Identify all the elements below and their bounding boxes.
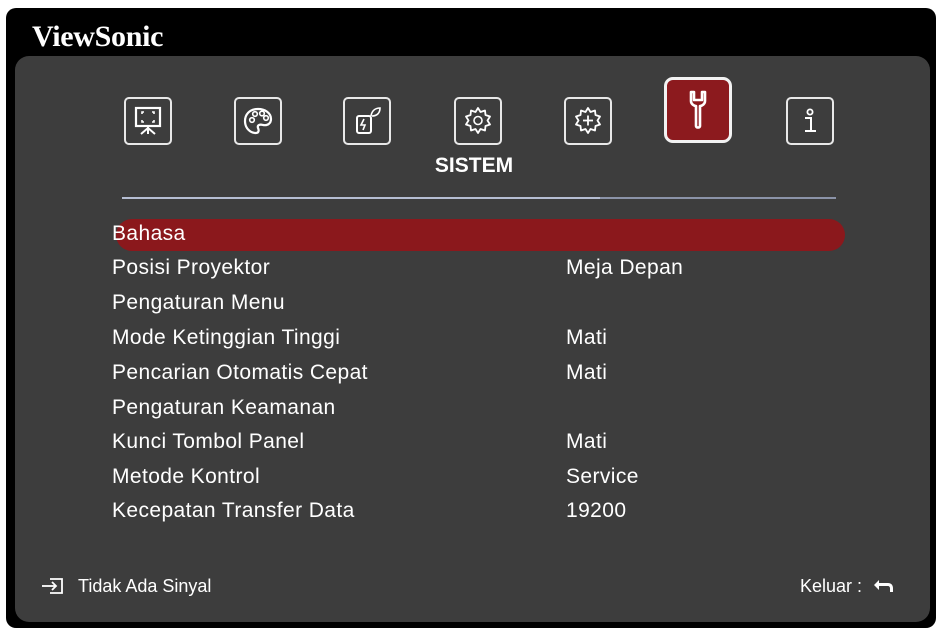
menu-item-label: Pengaturan Keamanan [112,396,336,419]
menu-item-label: Bahasa [112,222,186,245]
advanced-gear-plus-icon [575,107,601,134]
title-divider-right [600,197,836,199]
menu-item-value: Mati [566,430,608,453]
menu-item-pengaturan-menu[interactable]: Pengaturan Menu [112,291,872,321]
menu-item-value: Service [566,465,639,488]
tab-system[interactable] [664,77,732,143]
active-tab-title: SISTEM [434,154,514,177]
menu-item-pencarian-otomatis-cepat[interactable]: Pencarian Otomatis Cepat Mati [112,361,872,391]
exit-label: Keluar : [799,575,862,596]
menu-item-pengaturan-keamanan[interactable]: Pengaturan Keamanan [112,396,872,426]
tab-power[interactable] [343,97,391,145]
menu-item-value: Meja Depan [566,256,684,279]
basic-settings-gear-icon [465,107,491,134]
input-source-icon [42,578,63,594]
input-source-status: Tidak Ada Sinyal [40,572,211,600]
menu-item-value: 19200 [566,499,627,522]
info-icon [805,108,816,132]
power-eco-icon [356,107,381,134]
wrench-system-icon [689,90,707,129]
tab-advanced[interactable] [564,97,612,145]
tab-basic[interactable] [454,97,502,145]
menu-item-label: Posisi Proyektor [112,256,271,279]
menu-item-label: Mode Ketinggian Tinggi [112,326,341,349]
menu-item-label: Kecepatan Transfer Data [112,499,355,522]
display-icon [134,106,162,135]
tab-image[interactable] [234,97,282,145]
menu-item-value: Mati [566,361,608,384]
menu-item-posisi-proyektor[interactable]: Posisi Proyektor Meja Depan [112,256,872,286]
menu-item-mode-ketinggian-tinggi[interactable]: Mode Ketinggian Tinggi Mati [112,326,872,356]
menu-item-metode-kontrol[interactable]: Metode Kontrol Service [112,465,872,495]
menu-item-value: Mati [566,326,608,349]
menu-item-label: Metode Kontrol [112,465,261,488]
source-status-text: Tidak Ada Sinyal [78,575,212,596]
menu-item-kunci-tombol-panel[interactable]: Kunci Tombol Panel Mati [112,430,872,460]
tab-display[interactable] [124,97,172,145]
tab-information[interactable] [786,97,834,145]
menu-item-bahasa[interactable]: Bahasa [112,222,872,252]
menu-item-label: Kunci Tombol Panel [112,430,305,453]
menu-item-kecepatan-transfer-data[interactable]: Kecepatan Transfer Data 19200 [112,499,872,529]
menu-item-label: Pengaturan Menu [112,291,285,314]
exit-hint[interactable]: Keluar : [800,572,896,600]
brand-logo: ViewSonic [32,20,164,53]
image-palette-icon [243,107,273,135]
menu-item-label: Pencarian Otomatis Cepat [112,361,368,384]
title-divider-left [122,197,600,199]
return-arrow-icon [874,580,893,592]
